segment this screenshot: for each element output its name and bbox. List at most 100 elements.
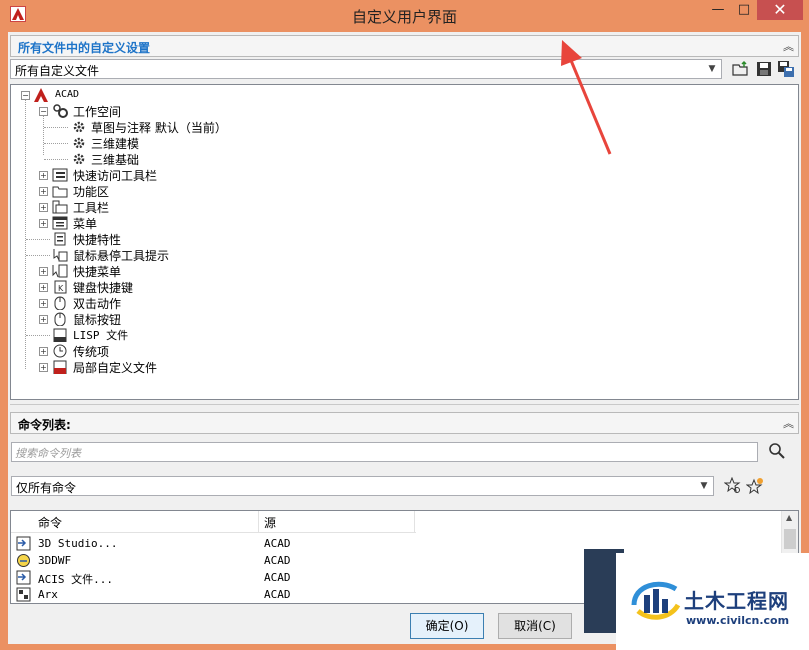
tree-node-lisp-files[interactable]: LISP 文件 [11, 327, 311, 343]
tree-label-node: 工具栏 [73, 201, 110, 215]
tree-label-node: 功能区 [73, 185, 110, 199]
expand-node-icon[interactable]: + [39, 363, 48, 372]
tree-node-workspace-3d-basics[interactable]: 三维基础 [11, 151, 311, 167]
title-bar: 自定义用户界面 — □ ✕ [0, 0, 809, 32]
arx-app-icon [16, 587, 31, 602]
svg-text:K: K [58, 284, 64, 293]
watermark-brand: 土木工程网 [684, 589, 789, 613]
scroll-up-icon[interactable]: ▲ [786, 513, 792, 522]
expand-node-icon[interactable]: + [39, 203, 48, 212]
tree-label-node: 传统项 [73, 345, 110, 359]
toolbars-icon [52, 200, 68, 214]
tree-node-toolbars[interactable]: + 工具栏 [11, 199, 311, 215]
mouse-icon [52, 296, 68, 311]
import-acis-icon [16, 570, 31, 585]
panel-splitter[interactable] [10, 404, 799, 408]
open-file-icon[interactable] [732, 60, 750, 78]
tree-node-workspace-drafting[interactable]: 草图与注释 默认（当前） [11, 119, 311, 135]
close-button[interactable]: ✕ [757, 0, 803, 20]
tree-label-3d-basics: 三维基础 [91, 153, 140, 167]
cancel-button[interactable]: 取消(C) [498, 613, 572, 639]
save-as-icon[interactable] [777, 60, 795, 78]
mouse-icon [52, 312, 68, 327]
command-source: ACAD [264, 537, 291, 550]
expand-node-icon[interactable]: + [39, 219, 48, 228]
tree-label-node: 快捷菜单 [73, 265, 122, 279]
gear-icon [72, 136, 88, 150]
command-source: ACAD [264, 588, 291, 601]
command-filter-value: 仅所有命令 [16, 481, 77, 495]
command-name: Arx [38, 588, 58, 601]
star-search-icon[interactable] [723, 476, 742, 495]
customization-file-value: 所有自定义文件 [15, 64, 100, 78]
tree-node-quick-properties[interactable]: 快捷特性 [11, 231, 311, 247]
search-placeholder: 搜索命令列表 [15, 447, 81, 460]
tree-node-partial-customization-files[interactable]: + 局部自定义文件 [11, 359, 311, 375]
column-header-command[interactable]: 命令 [38, 514, 62, 531]
expand-node-icon[interactable]: + [39, 171, 48, 180]
cuix-file-icon [52, 360, 68, 375]
menus-icon [52, 216, 68, 230]
command-list-title: 命令列表: [18, 418, 71, 432]
import-3ds-icon [16, 536, 31, 551]
collapse-node-icon[interactable]: − [21, 91, 30, 100]
tree-node-shortcut-menus[interactable]: + 快捷菜单 [11, 263, 311, 279]
customizations-panel-header[interactable]: 所有文件中的自定义设置 ︽ [10, 35, 799, 57]
tree-node-quick-access-toolbars[interactable]: + 快速访问工具栏 [11, 167, 311, 183]
window-title: 自定义用户界面 [351, 8, 457, 26]
tree-node-menus[interactable]: + 菜单 [11, 215, 311, 231]
expand-node-icon[interactable]: + [39, 299, 48, 308]
civilcn-logo-icon [631, 581, 681, 620]
chevron-down-icon[interactable]: ▼ [697, 479, 711, 493]
keyboard-shortcut-icon: K [52, 280, 68, 294]
tree-node-rollover-tooltips[interactable]: 鼠标悬停工具提示 [11, 247, 311, 263]
tree-label-node: 快速访问工具栏 [73, 169, 158, 183]
minimize-button[interactable]: — [706, 0, 730, 22]
chevron-down-icon[interactable]: ▼ [705, 62, 719, 76]
ok-button[interactable]: 确定(O) [410, 613, 484, 639]
tree-node-workspaces[interactable]: − 工作空间 [11, 103, 311, 119]
customization-file-select[interactable]: 所有自定义文件 ▼ [10, 59, 722, 79]
command-list-header: 命令 源 [11, 511, 416, 533]
customizations-panel-title: 所有文件中的自定义设置 [18, 41, 151, 55]
tree-label-node: 菜单 [73, 217, 98, 231]
expand-node-icon[interactable]: + [39, 187, 48, 196]
expand-node-icon[interactable]: + [39, 267, 48, 276]
tree-node-ribbon[interactable]: + 功能区 [11, 183, 311, 199]
collapse-node-icon[interactable]: − [39, 107, 48, 116]
collapse-up-icon[interactable]: ︽ [783, 415, 794, 431]
tree-node-acad[interactable]: − ACAD [11, 87, 311, 103]
tree-node-mouse-buttons[interactable]: + 鼠标按钮 [11, 311, 311, 327]
shortcut-menu-icon [52, 264, 68, 278]
tree-node-legacy[interactable]: + 传统项 [11, 343, 311, 359]
expand-node-icon[interactable]: + [39, 347, 48, 356]
tree-label-node: 鼠标按钮 [73, 313, 122, 327]
command-filter-select[interactable]: 仅所有命令 ▼ [11, 476, 714, 496]
expand-node-icon[interactable]: + [39, 315, 48, 324]
search-icon[interactable] [768, 442, 786, 460]
new-command-star-icon[interactable] [745, 477, 764, 495]
tree-label-node: 鼠标悬停工具提示 [73, 249, 170, 263]
tree-label-node: LISP 文件 [73, 329, 129, 342]
quick-access-toolbar-icon [52, 168, 68, 182]
tree-node-double-click-actions[interactable]: + 双击动作 [11, 295, 311, 311]
table-row[interactable]: 3D Studio... ACAD [11, 535, 781, 552]
maximize-button[interactable]: □ [732, 0, 756, 22]
command-list-panel-header[interactable]: 命令列表: ︽ [10, 412, 799, 434]
command-name: ACIS 文件... [38, 573, 113, 586]
tree-node-keyboard-shortcuts[interactable]: + K 键盘快捷键 [11, 279, 311, 295]
watermark: 土木工程网 www.civilcn.com [616, 553, 809, 650]
tree-label-drafting: 草图与注释 默认（当前） [91, 121, 227, 135]
watermark-url: www.civilcn.com [686, 614, 790, 627]
save-icon[interactable] [755, 60, 773, 78]
scrollbar-thumb[interactable] [784, 529, 796, 549]
collapse-up-icon[interactable]: ︽ [783, 38, 794, 54]
tree-label-acad: ACAD [55, 89, 80, 100]
command-search-input[interactable]: 搜索命令列表 [11, 442, 758, 462]
gear-icon [72, 120, 88, 134]
expand-node-icon[interactable]: + [39, 283, 48, 292]
column-header-source[interactable]: 源 [264, 514, 276, 531]
lisp-file-icon [52, 328, 68, 343]
customization-tree[interactable]: − ACAD − 工作空间 草图与注释 默认（当前） 三维建模 三维基础 + 快… [10, 84, 799, 400]
tree-node-workspace-3d-modeling[interactable]: 三维建模 [11, 135, 311, 151]
